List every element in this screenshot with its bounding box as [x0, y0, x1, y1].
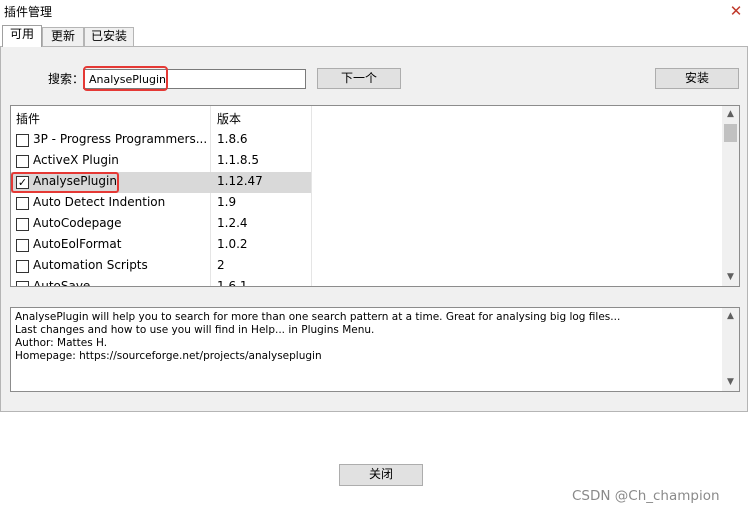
install-button[interactable]: 安装: [655, 68, 739, 89]
down-arrow-icon[interactable]: ▼: [722, 269, 739, 286]
plugin-row[interactable]: 3P - Progress Programmers... 1.8.6: [11, 130, 311, 151]
column-divider: [311, 106, 312, 286]
plugin-name: AutoCodepage: [33, 216, 122, 230]
list-header: 插件 版本: [11, 106, 723, 129]
tab-available[interactable]: 可用: [2, 25, 42, 47]
plugin-version: 2: [217, 258, 225, 272]
plugin-name: AutoSave: [33, 279, 91, 287]
plugin-row[interactable]: ActiveX Plugin 1.1.8.5: [11, 151, 311, 172]
plugin-version: 1.9: [217, 195, 237, 209]
close-button[interactable]: 关闭: [339, 464, 423, 486]
watermark: CSDN @Ch_champion: [572, 488, 720, 504]
checkbox-icon[interactable]: [16, 239, 29, 252]
up-arrow-icon[interactable]: ▲: [722, 106, 739, 123]
next-button[interactable]: 下一个: [317, 68, 401, 89]
search-input[interactable]: [83, 69, 306, 89]
plugin-row[interactable]: Auto Detect Indention 1.9: [11, 193, 311, 214]
plugin-list[interactable]: 插件 版本 3P - Progress Programmers... 1.8.6 A…: [10, 105, 740, 287]
plugin-row[interactable]: ✓ AnalysePlugin 1.12.47: [11, 172, 311, 193]
checkbox-icon[interactable]: [16, 260, 29, 273]
tab-installed[interactable]: 已安装: [84, 27, 134, 46]
plugin-version: 1.0.2: [217, 237, 248, 251]
checkbox-icon[interactable]: ✓: [16, 176, 29, 189]
plugin-name: Automation Scripts: [33, 258, 148, 272]
checkbox-icon[interactable]: [16, 218, 29, 231]
description-text: AnalysePlugin will help you to search fo…: [15, 311, 621, 362]
plugin-version: 1.6.1: [217, 279, 248, 287]
column-header-plugin[interactable]: 插件: [16, 110, 40, 127]
list-scrollbar[interactable]: ▲ ▼: [722, 106, 739, 286]
checkbox-icon[interactable]: [16, 134, 29, 147]
checkbox-icon[interactable]: [16, 281, 29, 286]
plugin-version: 1.1.8.5: [217, 153, 259, 167]
plugin-row[interactable]: Automation Scripts 2: [11, 256, 311, 277]
plugin-name: AutoEolFormat: [33, 237, 122, 251]
description-scrollbar[interactable]: ▲ ▼: [722, 308, 739, 391]
plugin-row[interactable]: AutoSave 1.6.1: [11, 277, 311, 287]
search-label: 搜索：: [48, 72, 85, 86]
up-arrow-icon[interactable]: ▲: [722, 308, 739, 325]
column-header-version[interactable]: 版本: [217, 110, 241, 127]
plugin-row[interactable]: AutoCodepage 1.2.4: [11, 214, 311, 235]
checkbox-icon[interactable]: [16, 197, 29, 210]
plugin-name: 3P - Progress Programmers...: [33, 132, 208, 146]
description-box[interactable]: AnalysePlugin will help you to search fo…: [10, 307, 740, 392]
plugin-row[interactable]: AutoEolFormat 1.0.2: [11, 235, 311, 256]
plugin-version: 1.2.4: [217, 216, 248, 230]
tab-updates[interactable]: 更新: [42, 27, 84, 46]
close-window-icon[interactable]: ✕: [724, 0, 748, 24]
plugin-version: 1.8.6: [217, 132, 248, 146]
scrollbar-thumb[interactable]: [724, 124, 737, 142]
plugin-name: Auto Detect Indention: [33, 195, 166, 209]
plugin-name: AnalysePlugin: [33, 174, 117, 188]
checkbox-icon[interactable]: [16, 155, 29, 168]
title-bar: 插件管理 ✕: [0, 0, 750, 24]
plugin-version: 1.12.47: [217, 174, 263, 188]
plugin-name: ActiveX Plugin: [33, 153, 119, 167]
window-title: 插件管理: [4, 5, 53, 19]
down-arrow-icon[interactable]: ▼: [722, 374, 739, 391]
